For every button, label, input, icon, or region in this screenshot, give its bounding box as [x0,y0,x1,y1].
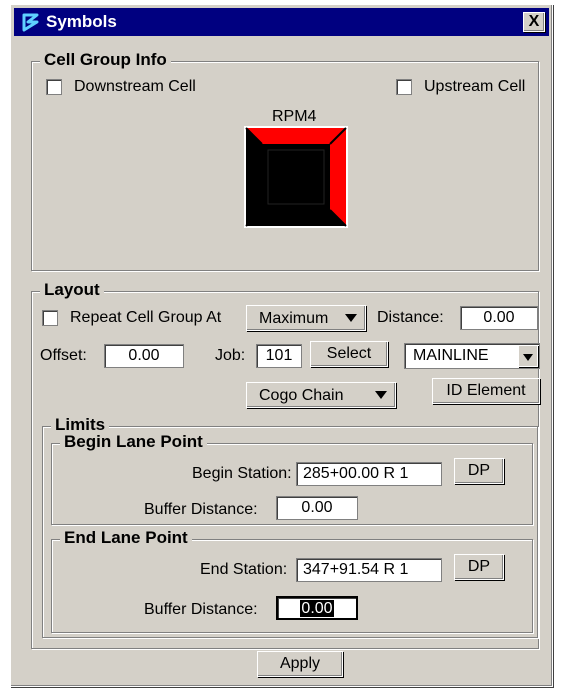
end-dp-button[interactable]: DP [454,554,504,580]
job-label: Job: [215,347,246,364]
cogo-chain-value: Cogo Chain [259,387,344,404]
end-buffer-distance-value: 0.00 [300,600,334,617]
cell-preview[interactable] [244,126,348,228]
end-lane-point-group: End Lane Point End Station: 347+91.54 R … [51,528,533,633]
chevron-down-icon [523,354,533,361]
offset-field[interactable]: 0.00 [104,344,184,368]
symbols-dialog: Symbols X Cell Group Info Downstream Cel… [10,4,553,687]
layout-label: Layout [40,280,104,300]
repeat-mode-dropdown[interactable]: Maximum [246,305,366,331]
chain-dropdown-button[interactable] [518,345,538,367]
distance-field[interactable]: 0.00 [460,306,538,330]
downstream-cell-label: Downstream Cell [74,78,196,95]
chain-dropdown[interactable]: MAINLINE [404,343,540,369]
begin-dp-button[interactable]: DP [454,458,504,484]
cell-name: RPM4 [272,108,317,125]
end-buffer-distance-field[interactable]: 0.00 [276,596,358,620]
upstream-cell-checkbox[interactable] [396,79,412,95]
title-bar[interactable]: Symbols X [14,8,549,36]
upstream-cell-label: Upstream Cell [424,78,526,95]
window-title: Symbols [46,12,117,31]
end-station-field[interactable]: 347+91.54 R 1 [296,558,442,582]
begin-lane-point-label: Begin Lane Point [60,432,207,452]
repeat-mode-value: Maximum [259,310,329,327]
end-lane-point-label: End Lane Point [60,528,192,548]
downstream-cell-checkbox[interactable] [46,79,62,95]
job-field[interactable]: 101 [256,344,302,368]
chain-value: MAINLINE [413,347,489,364]
apply-button[interactable]: Apply [257,651,343,677]
close-button[interactable]: X [523,12,545,32]
end-buffer-distance-label: Buffer Distance: [144,601,258,618]
begin-buffer-distance-field[interactable]: 0.00 [276,496,358,520]
cell-group-info-label: Cell Group Info [40,50,171,70]
limits-group: Limits Begin Lane Point Begin Station: 2… [42,415,538,638]
select-button[interactable]: Select [310,341,388,367]
begin-station-field[interactable]: 285+00.00 R 1 [296,462,442,486]
end-station-label: End Station: [200,561,288,578]
begin-buffer-distance-label: Buffer Distance: [144,501,258,518]
begin-lane-point-group: Begin Lane Point Begin Station: 285+00.0… [51,432,533,525]
id-element-button[interactable]: ID Element [432,378,540,404]
begin-station-label: Begin Station: [192,465,292,482]
layout-group: Layout Repeat Cell Group At Maximum Dist… [31,280,540,649]
app-logo-icon [20,11,42,33]
chevron-down-icon [375,391,387,399]
chevron-down-icon [345,314,357,322]
repeat-cell-group-label: Repeat Cell Group At [70,309,222,326]
cogo-chain-dropdown[interactable]: Cogo Chain [246,382,396,408]
offset-label: Offset: [40,347,87,364]
distance-label: Distance: [377,309,444,326]
repeat-cell-group-checkbox[interactable] [42,310,58,326]
cell-group-info-group: Cell Group Info Downstream Cell Upstream… [31,50,539,271]
